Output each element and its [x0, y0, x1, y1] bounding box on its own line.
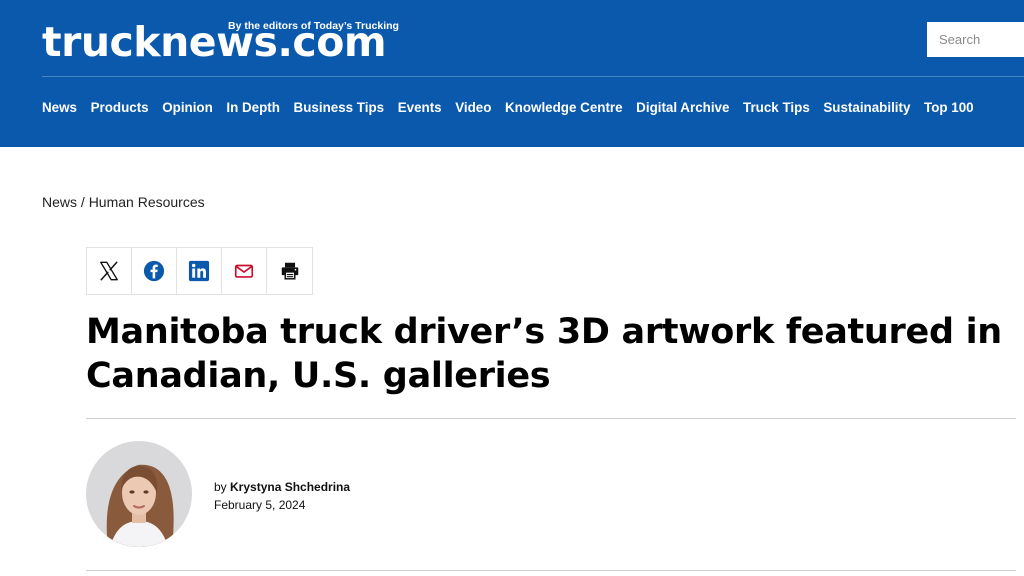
author-name-link[interactable]: Krystyna Shchedrina [230, 480, 350, 494]
nav-item-sustainability[interactable]: Sustainability [823, 99, 910, 117]
byline-prefix: by [214, 480, 231, 494]
author-portrait [86, 441, 192, 547]
share-email-button[interactable] [222, 248, 267, 294]
breadcrumb-separator: / [77, 194, 89, 210]
breadcrumb: News / Human Resources [42, 194, 205, 210]
nav-item-business-tips[interactable]: Business Tips [294, 99, 385, 117]
byline-divider [86, 570, 1016, 571]
nav-item-events[interactable]: Events [398, 99, 442, 117]
share-facebook-button[interactable] [132, 248, 177, 294]
header-divider [42, 76, 1024, 77]
nav-item-news[interactable]: News [42, 99, 77, 117]
author-avatar [86, 441, 192, 547]
nav-item-knowledge-centre[interactable]: Knowledge Centre [505, 99, 623, 117]
author-byline: by Krystyna Shchedrina [214, 479, 350, 496]
nav-item-in-depth[interactable]: In Depth [226, 99, 280, 117]
nav-item-video[interactable]: Video [455, 99, 491, 117]
print-icon [281, 262, 298, 280]
facebook-icon [143, 260, 165, 282]
nav-item-opinion[interactable]: Opinion [162, 99, 213, 117]
logo-tagline: By the editors of Today’s Trucking [228, 20, 399, 32]
breadcrumb-human-resources[interactable]: Human Resources [89, 194, 205, 210]
share-bar [86, 247, 313, 295]
share-linkedin-button[interactable] [177, 248, 222, 294]
nav-item-truck-tips[interactable]: Truck Tips [743, 99, 810, 117]
title-divider [86, 418, 1016, 419]
article-title: Manitoba truck driver’s 3D artwork featu… [86, 312, 1002, 396]
publish-date: February 5, 2024 [214, 498, 306, 512]
nav-item-products[interactable]: Products [91, 99, 149, 117]
nav-item-top-100[interactable]: Top 100 [924, 99, 974, 117]
nav-item-digital-archive[interactable]: Digital Archive [636, 99, 729, 117]
site-header: trucknews.com By the editors of Today’s … [0, 0, 1024, 147]
linkedin-icon [188, 260, 210, 282]
search-input[interactable] [927, 22, 1024, 57]
breadcrumb-news[interactable]: News [42, 194, 77, 210]
email-icon [234, 264, 254, 278]
print-button[interactable] [267, 248, 312, 294]
share-x-button[interactable] [87, 248, 132, 294]
x-icon [100, 261, 118, 281]
main-nav: News Products Opinion In Depth Business … [42, 99, 987, 117]
